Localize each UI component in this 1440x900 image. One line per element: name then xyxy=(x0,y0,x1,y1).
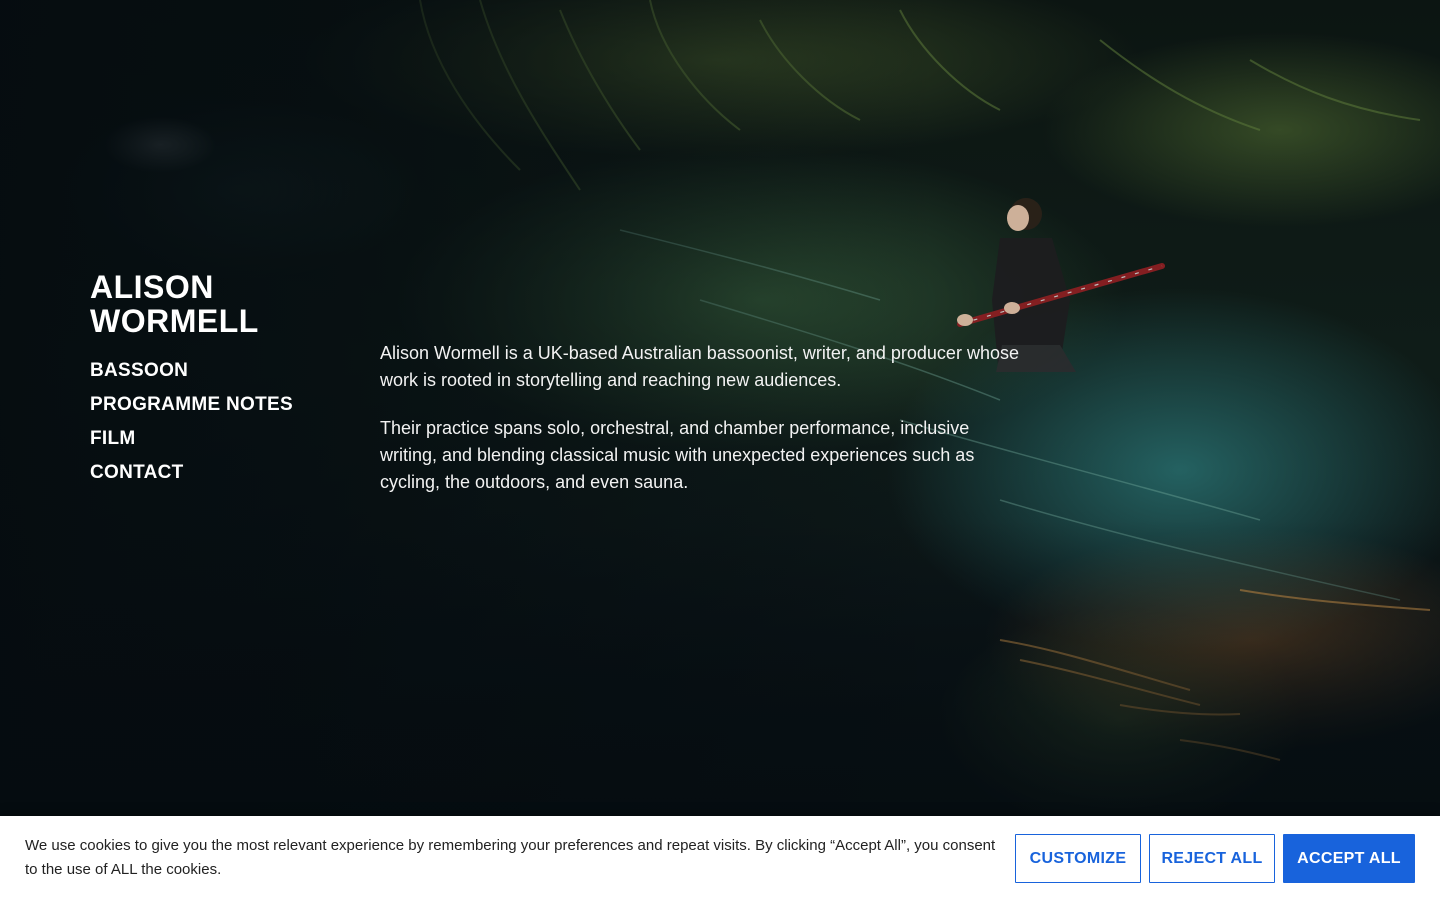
nav-link-bassoon[interactable]: BASSOON xyxy=(90,359,293,383)
intro-section: Alison Wormell is a UK-based Australian … xyxy=(380,340,1020,517)
reject-all-button[interactable]: REJECT ALL xyxy=(1149,834,1275,883)
nav-item-bassoon: BASSOON xyxy=(90,359,293,383)
nav-link-contact[interactable]: CONTACT xyxy=(90,461,293,485)
main-navigation: BASSOON PROGRAMME NOTES FILM CONTACT xyxy=(90,359,293,495)
nav-item-programme-notes: PROGRAMME NOTES xyxy=(90,393,293,417)
intro-paragraph-1: Alison Wormell is a UK-based Australian … xyxy=(380,343,1019,390)
cookie-consent-banner: We use cookies to give you the most rele… xyxy=(0,816,1440,900)
nav-link-film[interactable]: FILM xyxy=(90,427,293,451)
customize-button[interactable]: CUSTOMIZE xyxy=(1015,834,1141,883)
nav-item-contact: CONTACT xyxy=(90,461,293,485)
site-title[interactable]: ALISON WORMELL xyxy=(90,270,310,338)
accept-all-button[interactable]: ACCEPT ALL xyxy=(1283,834,1415,883)
cookie-message: We use cookies to give you the most rele… xyxy=(25,837,996,878)
nav-item-film: FILM xyxy=(90,427,293,451)
intro-paragraph-2: Their practice spans solo, orchestral, a… xyxy=(380,418,975,492)
nav-link-programme-notes[interactable]: PROGRAMME NOTES xyxy=(90,393,293,417)
